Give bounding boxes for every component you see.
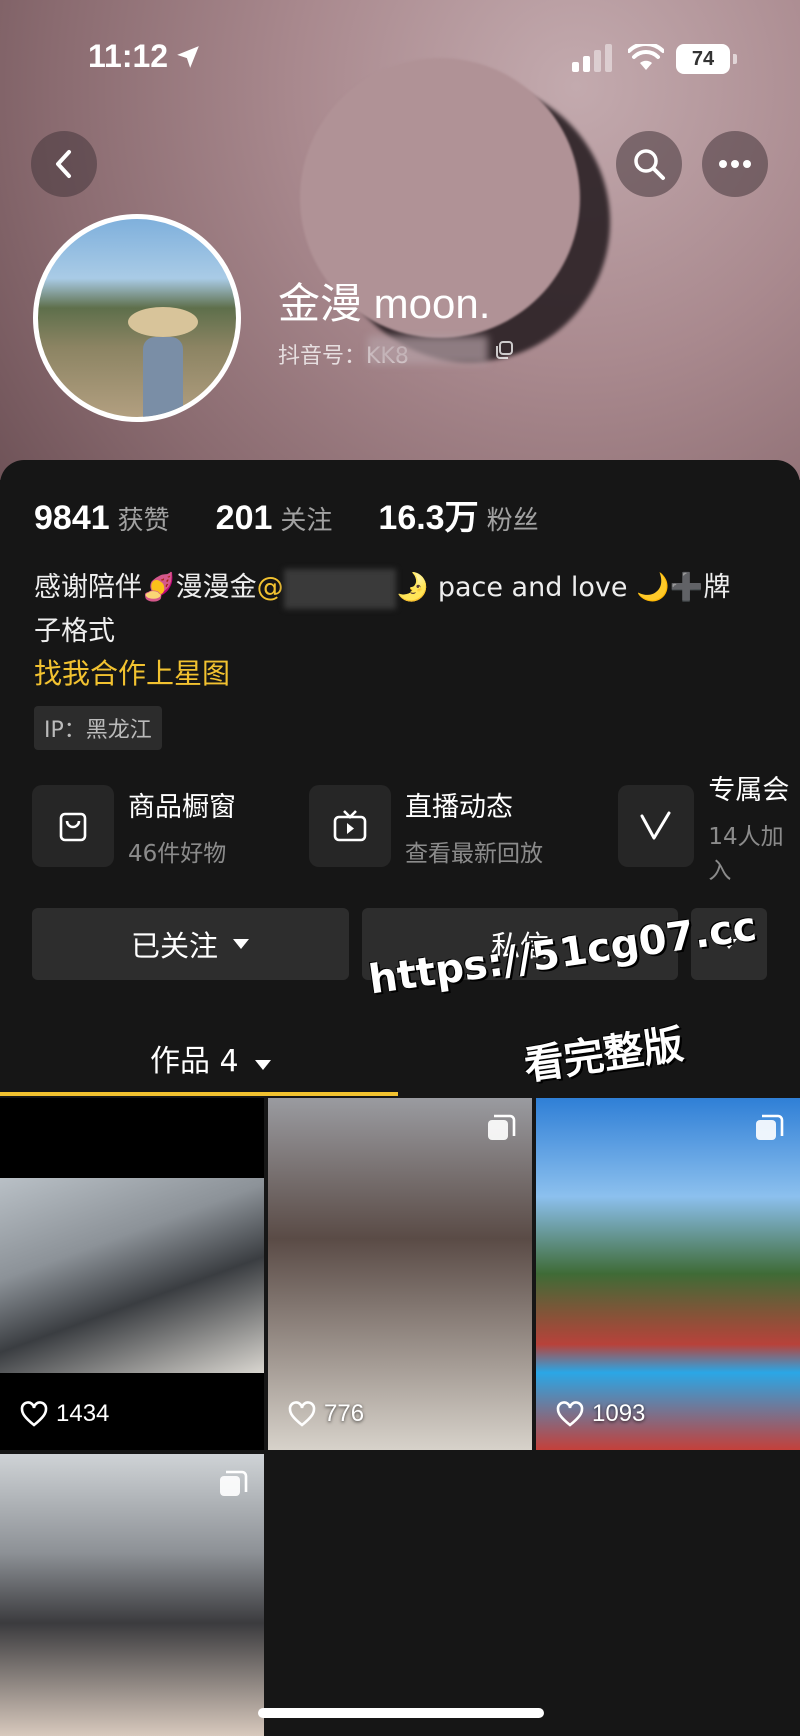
follow-label: 已关注: [130, 929, 218, 963]
status-time: 11:12: [88, 38, 169, 74]
douyin-id-redacted: [368, 336, 488, 364]
chevron-left-icon: [56, 150, 71, 178]
wifi-icon: [628, 44, 664, 70]
following-label[interactable]: 关注: [280, 500, 332, 537]
feature-membership[interactable]: 专属会 14人加入: [618, 775, 800, 884]
stats-row: 9841 获赞 201 关注 16.3万 粉丝: [34, 490, 585, 539]
feature-live[interactable]: 直播动态 查看最新回放: [309, 784, 543, 868]
feature-subtitle: 46件好物: [128, 840, 227, 867]
cellular-signal-icon: [572, 44, 612, 72]
multi-image-icon: [488, 1114, 516, 1140]
feature-title: 商品橱窗: [128, 791, 236, 823]
location-arrow-icon: [177, 46, 199, 68]
more-button[interactable]: [702, 131, 768, 197]
tv-icon: [309, 785, 391, 867]
shopping-bag-icon: [32, 785, 114, 867]
search-icon: [634, 149, 665, 180]
collab-link[interactable]: 找我合作上星图: [34, 652, 230, 692]
post-likes: 776: [288, 1400, 364, 1428]
v-icon: [618, 785, 695, 867]
copy-icon[interactable]: [494, 340, 514, 360]
likes-label: 获赞: [117, 505, 170, 535]
feature-subtitle: 14人加入: [708, 823, 784, 884]
more-dots-icon: [719, 160, 751, 168]
feature-shop-window[interactable]: 商品橱窗 46件好物: [32, 784, 236, 868]
tab-works-label: 作品 4: [150, 1044, 239, 1079]
battery-indicator: 74: [676, 44, 737, 74]
post-tile[interactable]: 776: [268, 1098, 532, 1450]
avatar-hat: [128, 307, 198, 337]
avatar[interactable]: [33, 214, 241, 422]
status-bar: 11:12 74: [0, 0, 800, 110]
post-likes: 1434: [20, 1400, 109, 1428]
tab-active-indicator: [0, 1092, 398, 1096]
bio-text-b: 🌛 pace and love 🌙➕牌: [395, 572, 731, 603]
likes-count: 9841: [34, 499, 110, 537]
post-likes-count: 1093: [592, 1400, 646, 1427]
follow-button[interactable]: 已关注: [32, 908, 349, 980]
bio-text-line2: 子格式: [34, 616, 115, 647]
feature-title: 专属会: [708, 774, 790, 806]
post-tile[interactable]: 1434: [0, 1098, 264, 1450]
followers-count[interactable]: 16.3万: [378, 490, 478, 539]
back-button[interactable]: [31, 131, 97, 197]
post-tile[interactable]: [0, 1454, 264, 1736]
feature-subtitle: 查看最新回放: [405, 840, 543, 867]
bio-mention-prefix: @: [256, 572, 284, 603]
heart-icon: [556, 1401, 584, 1427]
post-tile[interactable]: 1093: [536, 1098, 800, 1450]
followers-label[interactable]: 粉丝: [487, 500, 539, 537]
heart-icon: [20, 1401, 48, 1427]
following-count[interactable]: 201: [216, 499, 273, 538]
heart-icon: [288, 1401, 316, 1427]
post-likes-count: 776: [324, 1400, 365, 1427]
multi-image-icon: [220, 1470, 248, 1496]
bio-text-a: 感谢陪伴🍠漫漫金: [34, 572, 257, 603]
home-indicator: [258, 1708, 544, 1718]
caret-down-icon: [233, 939, 249, 949]
multi-image-icon: [756, 1114, 784, 1140]
mention-redacted: [283, 568, 396, 609]
search-button[interactable]: [616, 131, 682, 197]
feature-title: 直播动态: [405, 791, 513, 823]
post-thumbnail: [0, 1178, 264, 1373]
profile-name: 金漫 moon.: [278, 280, 491, 327]
post-likes-count: 1434: [56, 1400, 110, 1427]
ip-location-tag: IP：黑龙江: [34, 706, 162, 750]
caret-down-icon: [255, 1060, 272, 1070]
bio: 感谢陪伴🍠漫漫金@ 🌛 pace and love 🌙➕牌 子格式: [34, 566, 774, 654]
bio-mention[interactable]: @: [256, 568, 396, 609]
post-likes: 1093: [556, 1400, 645, 1428]
tab-works[interactable]: 作品 4: [150, 1036, 272, 1080]
avatar-figure: [143, 337, 183, 417]
